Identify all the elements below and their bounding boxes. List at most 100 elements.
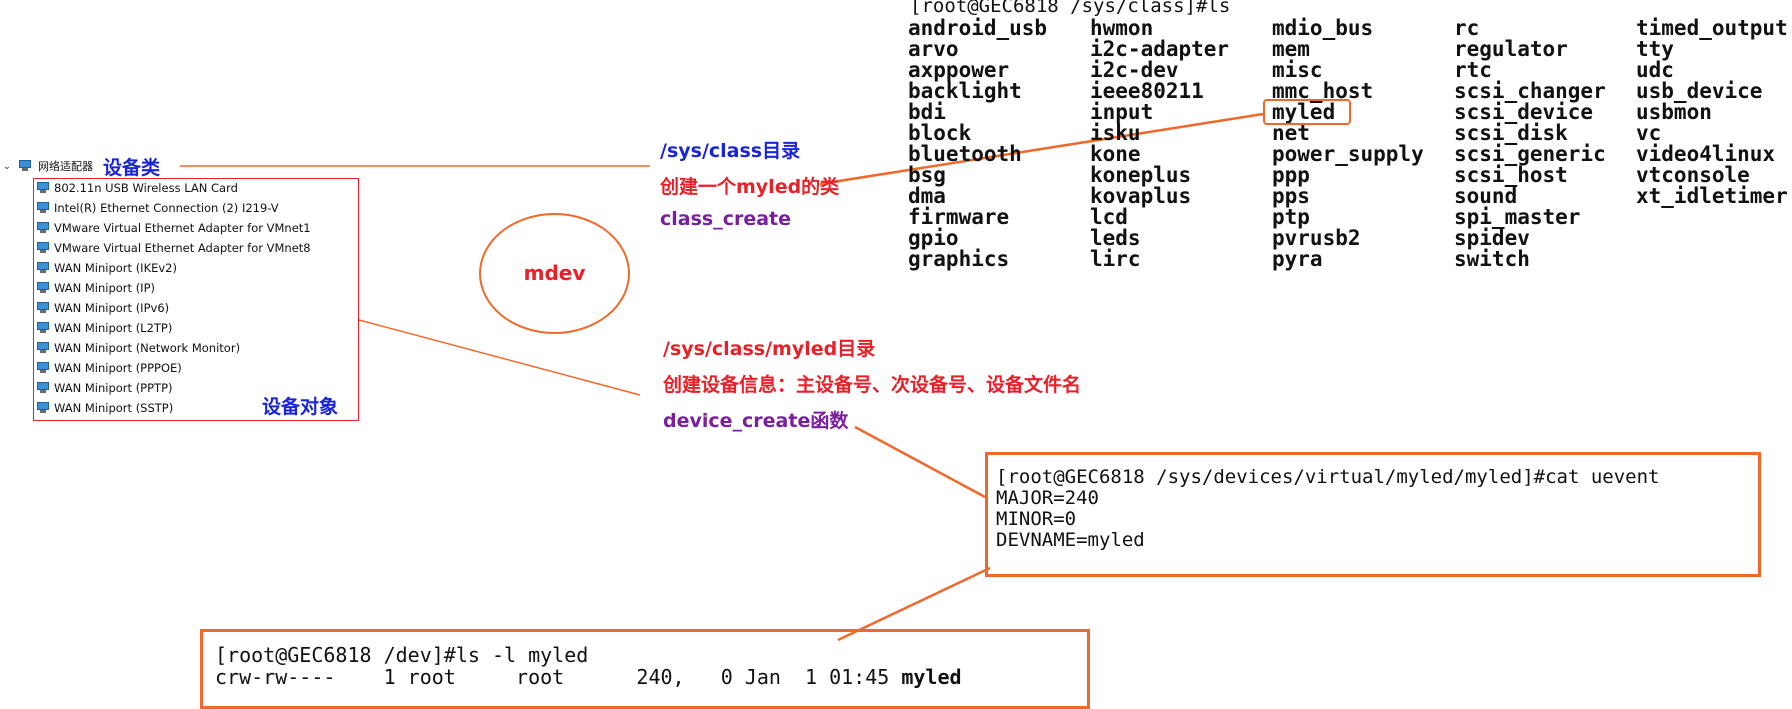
ls-class-entry: usb_device	[1636, 79, 1763, 103]
ls-class-entry: i2c-dev	[1090, 58, 1179, 82]
ls-class-entry: rc	[1454, 16, 1480, 40]
ls-class-entry: vtconsole	[1636, 163, 1750, 187]
list-item[interactable]: WAN Miniport (IPv6)	[36, 298, 311, 318]
myled-highlight	[1263, 99, 1351, 125]
network-adapter-icon	[36, 282, 50, 294]
ls-class-entry: isku	[1090, 121, 1141, 145]
ls-dev-attrs: crw-rw---- 1 root root 240, 0 Jan 1 01:4…	[215, 665, 902, 689]
ls-class-entry: ieee80211	[1090, 79, 1204, 103]
ls-class-entry: mdio_bus	[1272, 16, 1374, 40]
network-adapter-icon	[36, 242, 50, 254]
ls-class-entry: firmware	[908, 205, 1010, 229]
ls-class-entry: scsi_disk	[1454, 121, 1568, 145]
ls-class-entry: graphics	[908, 247, 1010, 271]
ls-class-entry: backlight	[908, 79, 1022, 103]
tree-category-label: 网络适配器	[38, 160, 93, 173]
uevent-devname: DEVNAME=myled	[996, 529, 1145, 551]
ls-dev-line: crw-rw---- 1 root root 240, 0 Jan 1 01:4…	[215, 666, 962, 688]
class-create-func-label: class_create	[660, 208, 792, 230]
ls-dev-name: myled	[901, 665, 962, 689]
ls-class-entry: udc	[1636, 58, 1674, 82]
class-create-label: 创建一个myled的类	[660, 176, 840, 198]
ls-class-entry: hwmon	[1090, 16, 1154, 40]
list-item[interactable]: WAN Miniport (L2TP)	[36, 318, 311, 338]
network-adapter-icon	[36, 322, 50, 334]
network-adapter-icon	[36, 402, 50, 414]
uevent-prompt: [root@GEC6818 /sys/devices/virtual/myled…	[996, 466, 1660, 488]
ls-class-entry: misc	[1272, 58, 1323, 82]
device-object-label: 设备对象	[262, 396, 339, 418]
network-adapter-icon	[18, 160, 32, 172]
ls-class-entry: kone	[1090, 142, 1141, 166]
list-item[interactable]: WAN Miniport (IKEv2)	[36, 258, 311, 278]
ls-class-entry: switch	[1454, 247, 1530, 271]
ls-class-entry: arvo	[908, 37, 959, 61]
uevent-minor: MINOR=0	[996, 508, 1077, 530]
ls-class-entry: koneplus	[1090, 163, 1192, 187]
ls-class-entry: tty	[1636, 37, 1674, 61]
ls-class-entry: scsi_device	[1454, 100, 1594, 124]
ls-class-listing: android_usb hwmon mdio_bus rc timed_outputar…	[908, 18, 1792, 270]
ls-class-entry: axppower	[908, 58, 1010, 82]
ls-class-entry: input	[1090, 100, 1154, 124]
device-class-label: 设备类	[103, 156, 161, 179]
ls-class-entry: ptp	[1272, 205, 1310, 229]
ls-class-entry: pps	[1272, 184, 1310, 208]
ls-class-entry: pvrusb2	[1272, 226, 1361, 250]
ls-class-entry: net	[1272, 121, 1310, 145]
network-adapter-icon	[36, 362, 50, 374]
network-adapter-icon	[36, 202, 50, 214]
ls-class-entry	[1636, 249, 1792, 270]
ls-class-entry: rtc	[1454, 58, 1492, 82]
network-adapter-icon	[36, 182, 50, 194]
network-adapter-icon	[36, 382, 50, 394]
ls-class-entry: bdi	[908, 100, 946, 124]
device-create-label: 创建设备信息：主设备号、次设备号、设备文件名	[663, 374, 1082, 396]
ls-class-entry: android_usb	[908, 16, 1048, 40]
list-item[interactable]: VMware Virtual Ethernet Adapter for VMne…	[36, 238, 311, 258]
ls-class-entry: vc	[1636, 121, 1662, 145]
device-connector-line	[358, 319, 641, 396]
ls-class-entry: leds	[1090, 226, 1141, 250]
ls-class-entry: bluetooth	[908, 142, 1022, 166]
chevron-down-icon[interactable]: ⌄	[0, 161, 14, 172]
ls-class-entry: mem	[1272, 37, 1310, 61]
ls-class-entry: scsi_generic	[1454, 142, 1606, 166]
list-item[interactable]: WAN Miniport (PPPOE)	[36, 358, 311, 378]
ls-class-entry	[1636, 207, 1792, 228]
mdev-label: mdev	[523, 261, 586, 285]
uevent-connector-line	[854, 425, 986, 499]
ls-dev-prompt: [root@GEC6818 /dev]#ls -l myled	[215, 643, 589, 667]
ls-class-entry	[1636, 228, 1792, 249]
device-create-func-label: device_create函数	[663, 410, 849, 432]
tree-category-row[interactable]: ⌄ 网络适配器 设备类	[0, 155, 161, 179]
list-item[interactable]: WAN Miniport (Network Monitor)	[36, 338, 311, 358]
ls-class-entry: timed_output	[1636, 16, 1788, 40]
ls-class-entry: bsg	[908, 163, 946, 187]
ls-class-entry: video4linux	[1636, 142, 1776, 166]
network-adapter-icon	[36, 262, 50, 274]
ls-class-prompt: [root@GEC6818 /sys/class]#ls	[910, 0, 1231, 17]
ls-class-entry: xt_idletimer	[1636, 184, 1788, 208]
ls-class-entry: usbmon	[1636, 100, 1712, 124]
uevent-major: MAJOR=240	[996, 487, 1099, 509]
network-adapter-icon	[36, 342, 50, 354]
ls-class-entry: spidev	[1454, 226, 1530, 250]
list-item[interactable]: VMware Virtual Ethernet Adapter for VMne…	[36, 218, 311, 238]
device-list: 802.11n USB Wireless LAN Card Intel(R) E…	[36, 178, 311, 418]
ls-class-entry: regulator	[1454, 37, 1568, 61]
list-item[interactable]: Intel(R) Ethernet Connection (2) I219-V	[36, 198, 311, 218]
network-adapter-icon	[36, 302, 50, 314]
ls-class-entry: pyra	[1272, 247, 1323, 271]
ls-class-entry: kovaplus	[1090, 184, 1192, 208]
ls-class-entry: ppp	[1272, 163, 1310, 187]
ls-class-entry: i2c-adapter	[1090, 37, 1230, 61]
list-item[interactable]: 802.11n USB Wireless LAN Card	[36, 178, 311, 198]
list-item[interactable]: WAN Miniport (IP)	[36, 278, 311, 298]
network-adapter-icon	[36, 222, 50, 234]
ls-class-entry: scsi_changer	[1454, 79, 1606, 103]
ls-class-entry: power_supply	[1272, 142, 1424, 166]
ls-class-entry: gpio	[908, 226, 959, 250]
uevent-output: [root@GEC6818 /sys/devices/virtual/myled…	[996, 467, 1659, 551]
ls-class-entry: scsi_host	[1454, 163, 1568, 187]
